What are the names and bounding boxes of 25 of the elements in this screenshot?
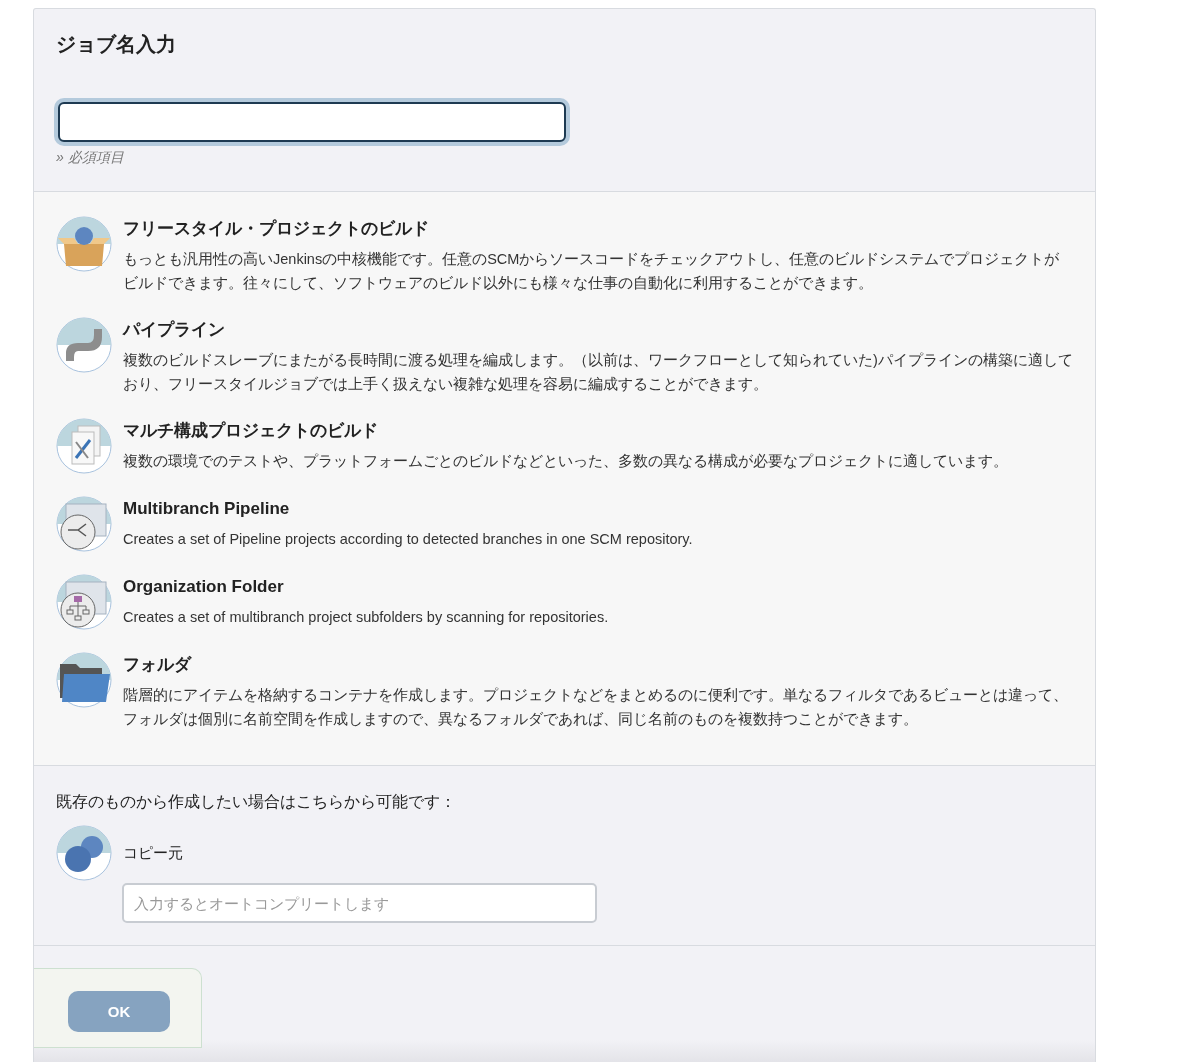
item-type-description: 複数のビルドスレーブにまたがる長時間に渡る処理を編成します。（以前は、ワークフローとして知られていた)パイプラインの構築に適しており、フリースタイルジョブでは上手く扱えない複雑な処理を容易に編成することができます。 [123,351,1073,394]
item-type-description: もっとも汎用性の高いJenkinsの中核機能です。任意のSCMからソースコードをチェックアウトし、任意のビルドシステムでプロジェクトがビルドできます。往々にして、ソフトウェアのビルド以外にも様々な仕事の自動化に利用することができます。 [123,250,1061,293]
spheres-icon [56,825,112,881]
item-type-title[interactable]: フリースタイル・プロジェクトのビルド [123,218,1073,240]
item-type-description: Creates a set of Pipeline projects according to detected branches in one SCM repository. [123,530,693,549]
item-type-description: Creates a set of multibranch project subfolders by scanning for repositories. [123,608,609,627]
item-type-description: 階層的にアイテムを格納するコンテナを作成します。プロジェクトなどをまとめるのに便利です。単なるフィルタであるビューとは違って、フォルダは個別に名前空間を作成しますので、異なるフォルダであれば、同じ名前のものを複数持つことができます。 [123,686,1069,729]
required-hint: » 必須項目 [56,149,125,167]
item-type-title[interactable]: Multibranch Pipeline [123,498,693,520]
folder-hierarchy-icon [56,574,112,630]
copy-from-label: コピー元 [123,843,183,863]
item-type-description: 複数の環境でのテストや、プラットフォームごとのビルドなどといった、多数の異なる構成が必要なプロジェクトに適しています。 [123,452,1008,471]
item-type-title[interactable]: マルチ構成プロジェクトのビルド [123,420,1008,442]
item-type-title[interactable]: Organization Folder [123,576,609,598]
box-icon [56,216,112,272]
documents-tools-icon [56,418,112,474]
copy-intro: 既存のものから作成したい場合はこちらから可能です： [56,792,457,812]
pipe-icon [56,317,112,373]
item-type-title[interactable]: パイプライン [123,319,1073,341]
copy-from-field[interactable]: 入力するとオートコンプリートします [122,883,597,923]
folder-icon [56,652,112,708]
item-type-title[interactable]: フォルダ [123,654,1073,676]
job-name-field[interactable] [58,102,566,142]
section-title: ジョブ名入力 [56,32,177,57]
folder-branch-icon [56,496,112,552]
